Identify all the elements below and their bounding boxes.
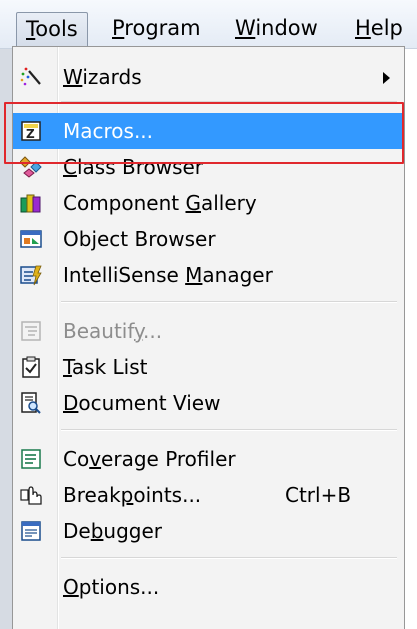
object-browser-icon <box>20 230 42 248</box>
menu-separator <box>61 429 397 431</box>
debugger-icon <box>21 521 41 541</box>
menubar-program[interactable]: Program <box>103 12 210 46</box>
menu-item-coverage-profiler[interactable]: Coverage Profiler <box>13 441 404 477</box>
menu-item-task-list[interactable]: Task List <box>13 349 404 385</box>
menu-separator <box>61 301 397 303</box>
menubar-help[interactable]: Help <box>346 12 412 46</box>
menu-item-component-gallery[interactable]: Component Gallery <box>13 185 404 221</box>
menubar-tools[interactable]: Tools <box>16 12 88 46</box>
breakpoints-shortcut: Ctrl+B <box>285 483 352 507</box>
wizard-wand-icon <box>20 67 41 86</box>
menu-item-document-view[interactable]: Document View <box>13 385 404 421</box>
menu-separator <box>61 557 397 559</box>
coverage-profiler-icon <box>21 449 41 469</box>
beautify-icon <box>21 321 41 341</box>
menu-item-debugger[interactable]: Debugger <box>13 513 404 549</box>
menu-item-breakpoints[interactable]: Breakpoints... Ctrl+B <box>13 477 404 513</box>
intellisense-icon <box>20 265 42 286</box>
menu-item-intellisense-manager[interactable]: IntelliSense Manager <box>13 257 404 293</box>
component-gallery-icon <box>20 194 41 213</box>
menu-item-options[interactable]: Options... <box>13 569 404 605</box>
submenu-arrow-icon <box>383 72 390 84</box>
menu-item-wizards[interactable]: Wizards <box>13 59 404 95</box>
menu-item-beautify[interactable]: Beautify... <box>13 313 404 349</box>
menu-bar: Tools Program Window Help <box>0 0 417 49</box>
task-list-icon <box>22 356 40 378</box>
breakpoints-icon <box>20 486 42 505</box>
menubar-window[interactable]: Window <box>226 12 327 46</box>
annotation-highlight-box <box>4 102 404 164</box>
document-view-icon <box>21 392 41 414</box>
menu-item-object-browser[interactable]: Object Browser <box>13 221 404 257</box>
